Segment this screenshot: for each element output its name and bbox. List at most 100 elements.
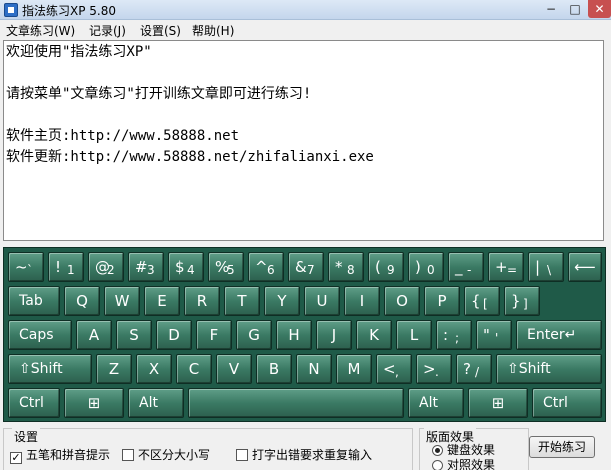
start-practice-button[interactable]: 开始练习	[529, 436, 595, 458]
key-t[interactable]: T	[224, 286, 260, 316]
key-enter[interactable]: Enter↵	[516, 320, 602, 350]
checkbox-wubi-pinyin-hint[interactable]: ✓ 五笔和拼音提示	[10, 446, 110, 464]
key-d[interactable]: D	[156, 320, 192, 350]
checkbox-case-insensitive[interactable]: 不区分大小写	[122, 446, 210, 463]
key-n[interactable]: N	[296, 354, 332, 384]
radio-dot[interactable]	[432, 460, 443, 470]
key-5[interactable]: % 5	[208, 252, 244, 282]
key-shift-char: *	[335, 258, 343, 276]
minimize-button[interactable]: −	[540, 0, 562, 18]
practice-text-area[interactable]: 欢迎使用"指法练习XP" 请按菜单"文章练习"打开训练文章即可进行练习! 软件主…	[3, 40, 604, 241]
menu-article-practice[interactable]: 文章练习(W)	[6, 22, 75, 39]
key-k[interactable]: K	[356, 320, 392, 350]
menu-records[interactable]: 记录(J)	[89, 22, 126, 39]
key-h[interactable]: H	[276, 320, 312, 350]
key-punct-0[interactable]: :;	[436, 320, 472, 350]
key-q[interactable]: Q	[64, 286, 100, 316]
key-backspace[interactable]: ⟵	[568, 252, 602, 282]
key-label: V	[228, 360, 240, 378]
virtual-keyboard: ~ `! 1 @2 #3 $4% 5 ^ 6 & 7 * 8(9) 0 _ - + = | \ ⟵ Tab Q W E R T Y U I…	[3, 247, 606, 422]
menu-settings[interactable]: 设置(S)	[140, 22, 181, 39]
key-sym-2[interactable]: ? /	[456, 354, 492, 384]
key-s[interactable]: S	[116, 320, 152, 350]
key-base-char: 0	[427, 263, 435, 277]
key-m[interactable]: M	[336, 354, 372, 384]
key-r[interactable]: R	[184, 286, 220, 316]
key-ctrl-right[interactable]: Ctrl	[532, 388, 602, 418]
key-sym-0[interactable]: <,	[376, 354, 412, 384]
key-\[interactable]: | \	[528, 252, 564, 282]
key-y[interactable]: Y	[264, 286, 300, 316]
key-win-left[interactable]: ⊞	[64, 388, 124, 418]
key-tab[interactable]: Tab	[8, 286, 60, 316]
app-icon	[4, 3, 18, 17]
key-c[interactable]: C	[176, 354, 212, 384]
key-l[interactable]: L	[396, 320, 432, 350]
key-win-right[interactable]: ⊞	[468, 388, 528, 418]
text-line: 软件更新:http://www.58888.net/zhifalianxi.ex…	[6, 149, 374, 165]
close-button[interactable]: ✕	[588, 0, 611, 18]
key-=[interactable]: + =	[488, 252, 524, 282]
checkbox-repeat-on-error[interactable]: 打字出错要求重复输入	[236, 446, 372, 463]
key-1[interactable]: ! 1	[48, 252, 84, 282]
key-p[interactable]: P	[424, 286, 460, 316]
key-sym-1[interactable]: >.	[416, 354, 452, 384]
key-4[interactable]: $4	[168, 252, 204, 282]
key-shift-right[interactable]: ⇧Shift	[496, 354, 602, 384]
key-6[interactable]: ^ 6	[248, 252, 284, 282]
key-shift-char: (	[375, 258, 381, 276]
backspace-arrow-icon: ⟵	[574, 258, 596, 276]
key-o[interactable]: O	[384, 286, 420, 316]
key--[interactable]: _ -	[448, 252, 484, 282]
key-u[interactable]: U	[304, 286, 340, 316]
key-2[interactable]: @2	[88, 252, 124, 282]
key-label: C	[188, 360, 200, 378]
radio-comparison-effect[interactable]: 对照效果	[432, 456, 495, 470]
checkbox-box[interactable]	[122, 449, 134, 461]
key-label: W	[114, 292, 130, 310]
key-label: Tab	[19, 293, 43, 309]
key-8[interactable]: * 8	[328, 252, 364, 282]
layout-effect-group: 版面效果 键盘效果 对照效果	[419, 428, 529, 470]
key-label: Alt	[139, 395, 158, 411]
key-3[interactable]: #3	[128, 252, 164, 282]
checkbox-box[interactable]	[236, 449, 248, 461]
key-shift-left[interactable]: ⇧Shift	[8, 354, 92, 384]
key-w[interactable]: W	[104, 286, 140, 316]
maximize-button[interactable]: □	[564, 0, 586, 18]
key-base-char: 1	[67, 263, 75, 277]
key-shift-char: #	[135, 258, 148, 276]
key-label: Ctrl	[543, 395, 568, 411]
key-e[interactable]: E	[144, 286, 180, 316]
key-bracket-1[interactable]: }]	[504, 286, 540, 316]
key-z[interactable]: Z	[96, 354, 132, 384]
key-label: Caps	[19, 327, 54, 343]
key-b[interactable]: B	[256, 354, 292, 384]
key-caps-lock[interactable]: Caps	[8, 320, 72, 350]
key-x[interactable]: X	[136, 354, 172, 384]
key-bracket-0[interactable]: {[	[464, 286, 500, 316]
key-`[interactable]: ~ `	[8, 252, 44, 282]
key-a[interactable]: A	[76, 320, 112, 350]
key-i[interactable]: I	[344, 286, 380, 316]
key-space[interactable]	[188, 388, 404, 418]
menu-help[interactable]: 帮助(H)	[192, 22, 234, 39]
key-alt-right[interactable]: Alt	[408, 388, 464, 418]
key-g[interactable]: G	[236, 320, 272, 350]
key-v[interactable]: V	[216, 354, 252, 384]
key-ctrl-left[interactable]: Ctrl	[8, 388, 60, 418]
text-line: 请按菜单"文章练习"打开训练文章即可进行练习!	[6, 86, 312, 102]
key-punct-1[interactable]: " '	[476, 320, 512, 350]
key-label: D	[168, 326, 180, 344]
key-9[interactable]: (9	[368, 252, 404, 282]
key-shift-char: _	[455, 258, 463, 276]
key-f[interactable]: F	[196, 320, 232, 350]
key-0[interactable]: ) 0	[408, 252, 444, 282]
key-j[interactable]: J	[316, 320, 352, 350]
checkbox-box[interactable]: ✓	[10, 452, 22, 464]
radio-dot[interactable]	[432, 445, 443, 456]
key-base-char: 3	[147, 263, 155, 277]
key-alt-left[interactable]: Alt	[128, 388, 184, 418]
key-base-char: ]	[523, 297, 528, 311]
key-7[interactable]: & 7	[288, 252, 324, 282]
